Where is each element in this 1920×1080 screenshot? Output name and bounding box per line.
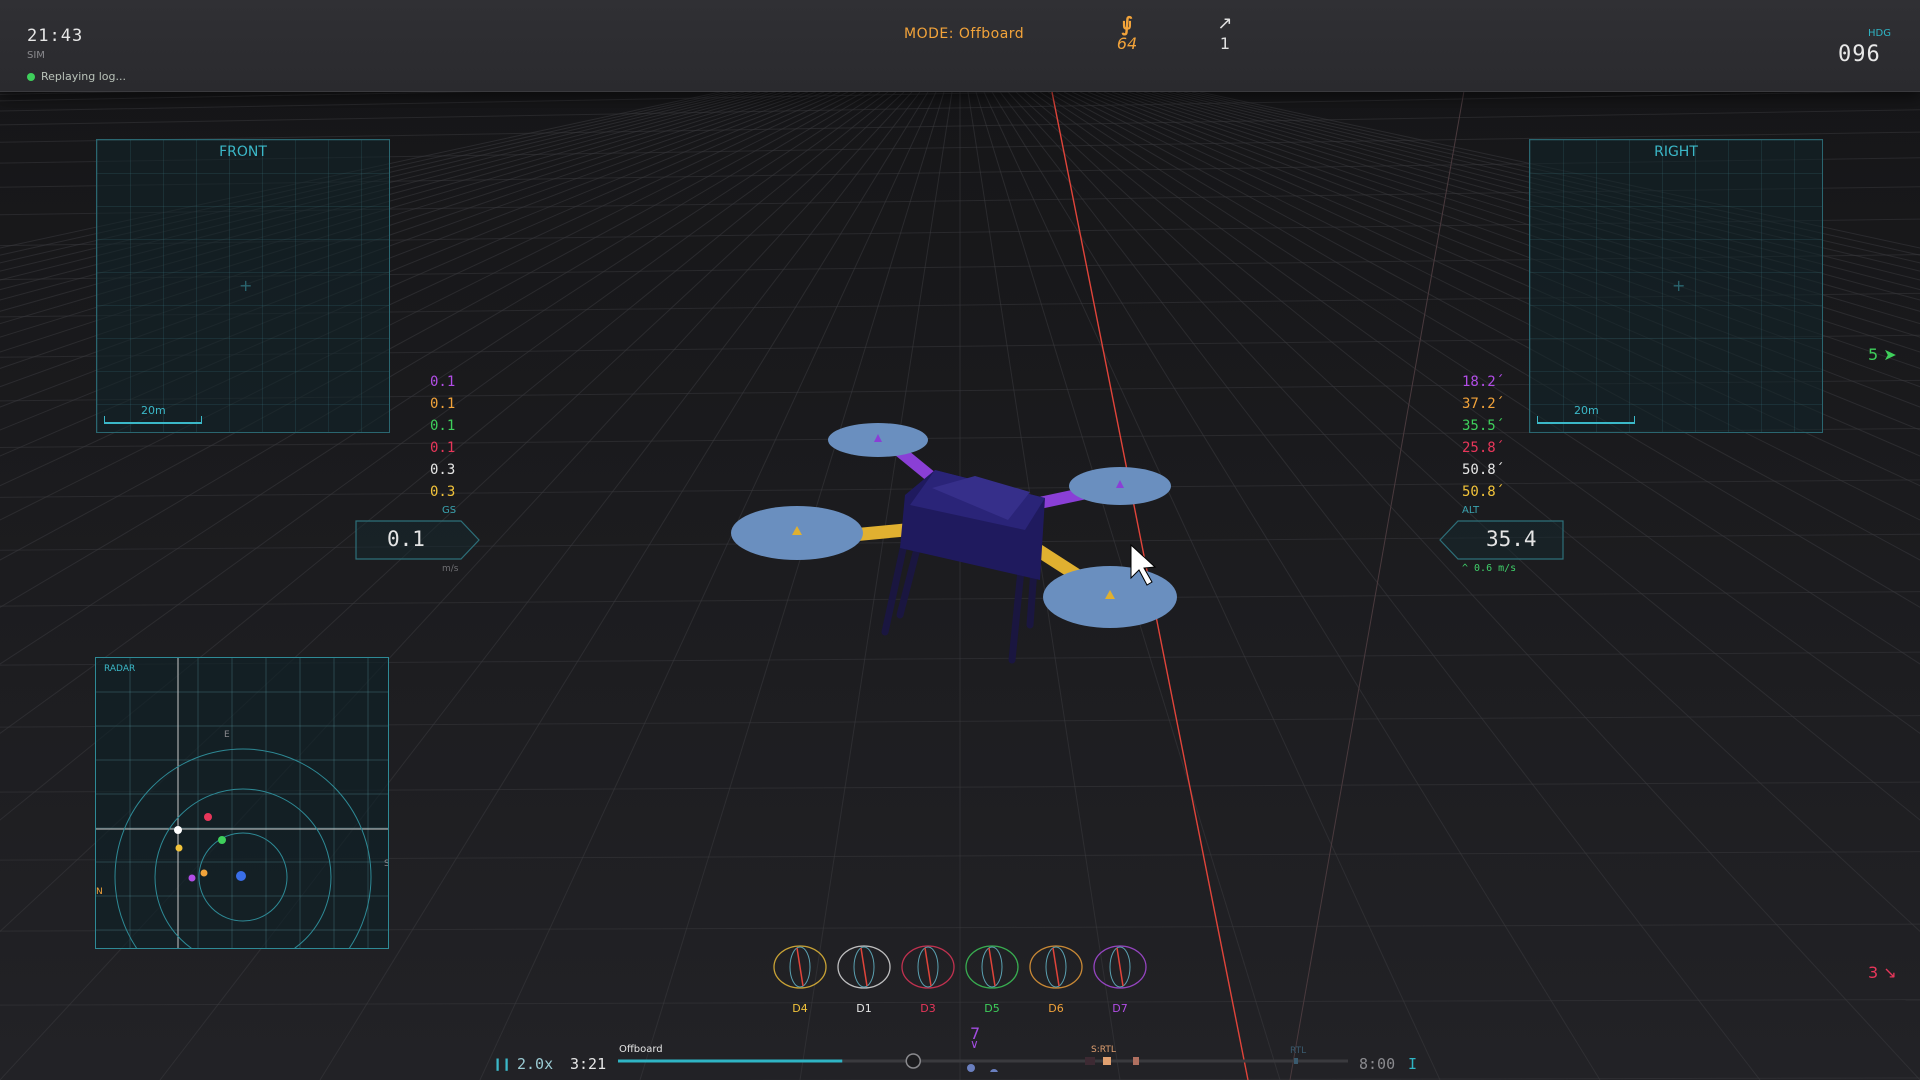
playback-speed[interactable]: 2.0x xyxy=(517,1055,553,1073)
drone-selector-d5-icon[interactable] xyxy=(965,945,1019,989)
radar-title: RADAR xyxy=(104,664,136,674)
drone-label-d4: D4 xyxy=(792,1002,808,1015)
drone-label-d6: D6 xyxy=(1048,1002,1064,1015)
radar-east-label: E xyxy=(224,730,230,740)
drone-label-d5: D5 xyxy=(984,1002,1000,1015)
scale-bar: 20m xyxy=(1537,404,1635,424)
altitude-value: 18.2´ xyxy=(1462,374,1505,390)
pause-icon: ❙❙ xyxy=(493,1055,512,1073)
satellite-count: 64 xyxy=(1116,34,1138,53)
drone-selector[interactable] xyxy=(760,940,1160,1000)
speed-value: 0.1 xyxy=(430,418,456,434)
altitude-value: 37.2´ xyxy=(1462,396,1505,412)
heading-value: 096 xyxy=(1838,42,1881,67)
speed-value: 0.3 xyxy=(430,462,456,478)
drone-label-d3: D3 xyxy=(920,1002,936,1015)
alt-label: ALT xyxy=(1462,505,1480,516)
gs-value: 0.1 xyxy=(387,527,425,551)
marker-rtl[interactable]: RTL xyxy=(1290,1046,1306,1056)
offscreen-count: 5 xyxy=(1868,345,1879,364)
replay-status: Replaying log... xyxy=(27,70,126,83)
front-view-panel[interactable]: FRONT + 20m xyxy=(96,139,390,433)
drone-selector-d6-icon[interactable] xyxy=(1029,945,1083,989)
right-view-panel[interactable]: RIGHT + 20m xyxy=(1529,139,1823,433)
drone-label-d1: D1 xyxy=(856,1002,872,1015)
chevron-down-icon: ∨ xyxy=(970,1037,979,1051)
radar-blip xyxy=(174,826,182,834)
radar-panel[interactable]: E N S RADAR xyxy=(95,657,389,949)
offscreen-drones-top[interactable]: 5 ➤ xyxy=(1868,345,1897,364)
timeline-track[interactable] xyxy=(618,1052,1353,1072)
drone-label-d7: D7 xyxy=(1112,1002,1128,1015)
crosshair-icon: + xyxy=(1672,276,1686,295)
drone-selector-d4-icon[interactable] xyxy=(773,945,827,989)
speed-value: 0.1 xyxy=(430,396,456,412)
radar-north-label: N xyxy=(96,887,103,897)
timeline-end-cursor-icon: I xyxy=(1408,1055,1418,1073)
replay-status-text: Replaying log... xyxy=(41,70,126,83)
offscreen-arrow-icon: ➤ xyxy=(1883,345,1897,364)
altitude-list: 18.2´ 37.2´ 35.5´ 25.8´ 50.8´ 50.8´ xyxy=(1462,371,1504,503)
offscreen-count: 3 xyxy=(1868,963,1879,982)
link-indicator: ↗ 1 xyxy=(1214,13,1236,54)
satellite-indicator: ⨚ 64 xyxy=(1112,14,1142,53)
offscreen-arrow-icon: ↘ xyxy=(1883,963,1897,982)
speed-value: 0.1 xyxy=(430,374,456,390)
satellite-icon: ⨚ xyxy=(1121,12,1133,36)
radar-blip xyxy=(188,874,196,882)
radar-blip xyxy=(236,871,246,881)
drone-selector-d7-icon[interactable] xyxy=(1093,945,1147,989)
scale-bar: 20m xyxy=(104,404,202,424)
current-time: 3:21 xyxy=(570,1055,607,1073)
scale-label: 20m xyxy=(1574,404,1599,417)
sim-tag: SIM xyxy=(27,50,45,61)
link-count: 1 xyxy=(1219,34,1231,53)
vertical-speed: ^ 0.6 m/s xyxy=(1462,563,1517,574)
drone-selector-d1-icon[interactable] xyxy=(837,945,891,989)
timeline-scrubber[interactable] xyxy=(905,1053,922,1069)
offscreen-drones-bottom[interactable]: 3 ↘ xyxy=(1868,963,1897,982)
marker-srtl[interactable]: S:RTL xyxy=(1091,1045,1116,1055)
front-view-title: FRONT xyxy=(219,144,267,160)
flight-mode[interactable]: MODE: Offboard xyxy=(904,26,1024,42)
link-arrow-icon: ↗ xyxy=(1217,13,1233,34)
radar-south-label: S xyxy=(384,859,389,869)
clock: 21:43 xyxy=(27,26,84,46)
radar-blip xyxy=(204,813,212,821)
altitude-value: 35.5´ xyxy=(1462,418,1505,434)
speed-value: 0.1 xyxy=(430,440,456,456)
selected-drone-marker[interactable]: 7 ∨ xyxy=(970,1024,980,1051)
crosshair-icon: + xyxy=(239,276,253,295)
right-view-title: RIGHT xyxy=(1654,144,1698,160)
alt-value: 35.4 xyxy=(1486,527,1537,551)
radar-blip xyxy=(218,836,226,844)
gs-label: GS xyxy=(442,505,457,516)
speed-list: 0.1 0.1 0.1 0.1 0.3 0.3 xyxy=(430,371,455,503)
top-status-bar: 21:43 SIM Replaying log... MODE: Offboar… xyxy=(0,0,1920,92)
altitude-value: 50.8´ xyxy=(1462,462,1505,478)
radar-blip xyxy=(200,869,208,877)
radar-plot: E N S xyxy=(96,658,389,948)
drone-selector-d3-icon[interactable] xyxy=(901,945,955,989)
scale-label: 20m xyxy=(141,404,166,417)
altitude-value: 50.8´ xyxy=(1462,484,1505,500)
radar-blip xyxy=(175,844,183,852)
heading-label: HDG xyxy=(1868,28,1891,39)
pause-button[interactable]: ❙❙ xyxy=(493,1055,511,1073)
end-time: 8:00 xyxy=(1359,1055,1396,1073)
speed-value: 0.3 xyxy=(430,484,456,500)
gs-unit: m/s xyxy=(442,564,459,574)
status-dot-icon xyxy=(27,72,35,81)
altitude-value: 25.8´ xyxy=(1462,440,1505,456)
